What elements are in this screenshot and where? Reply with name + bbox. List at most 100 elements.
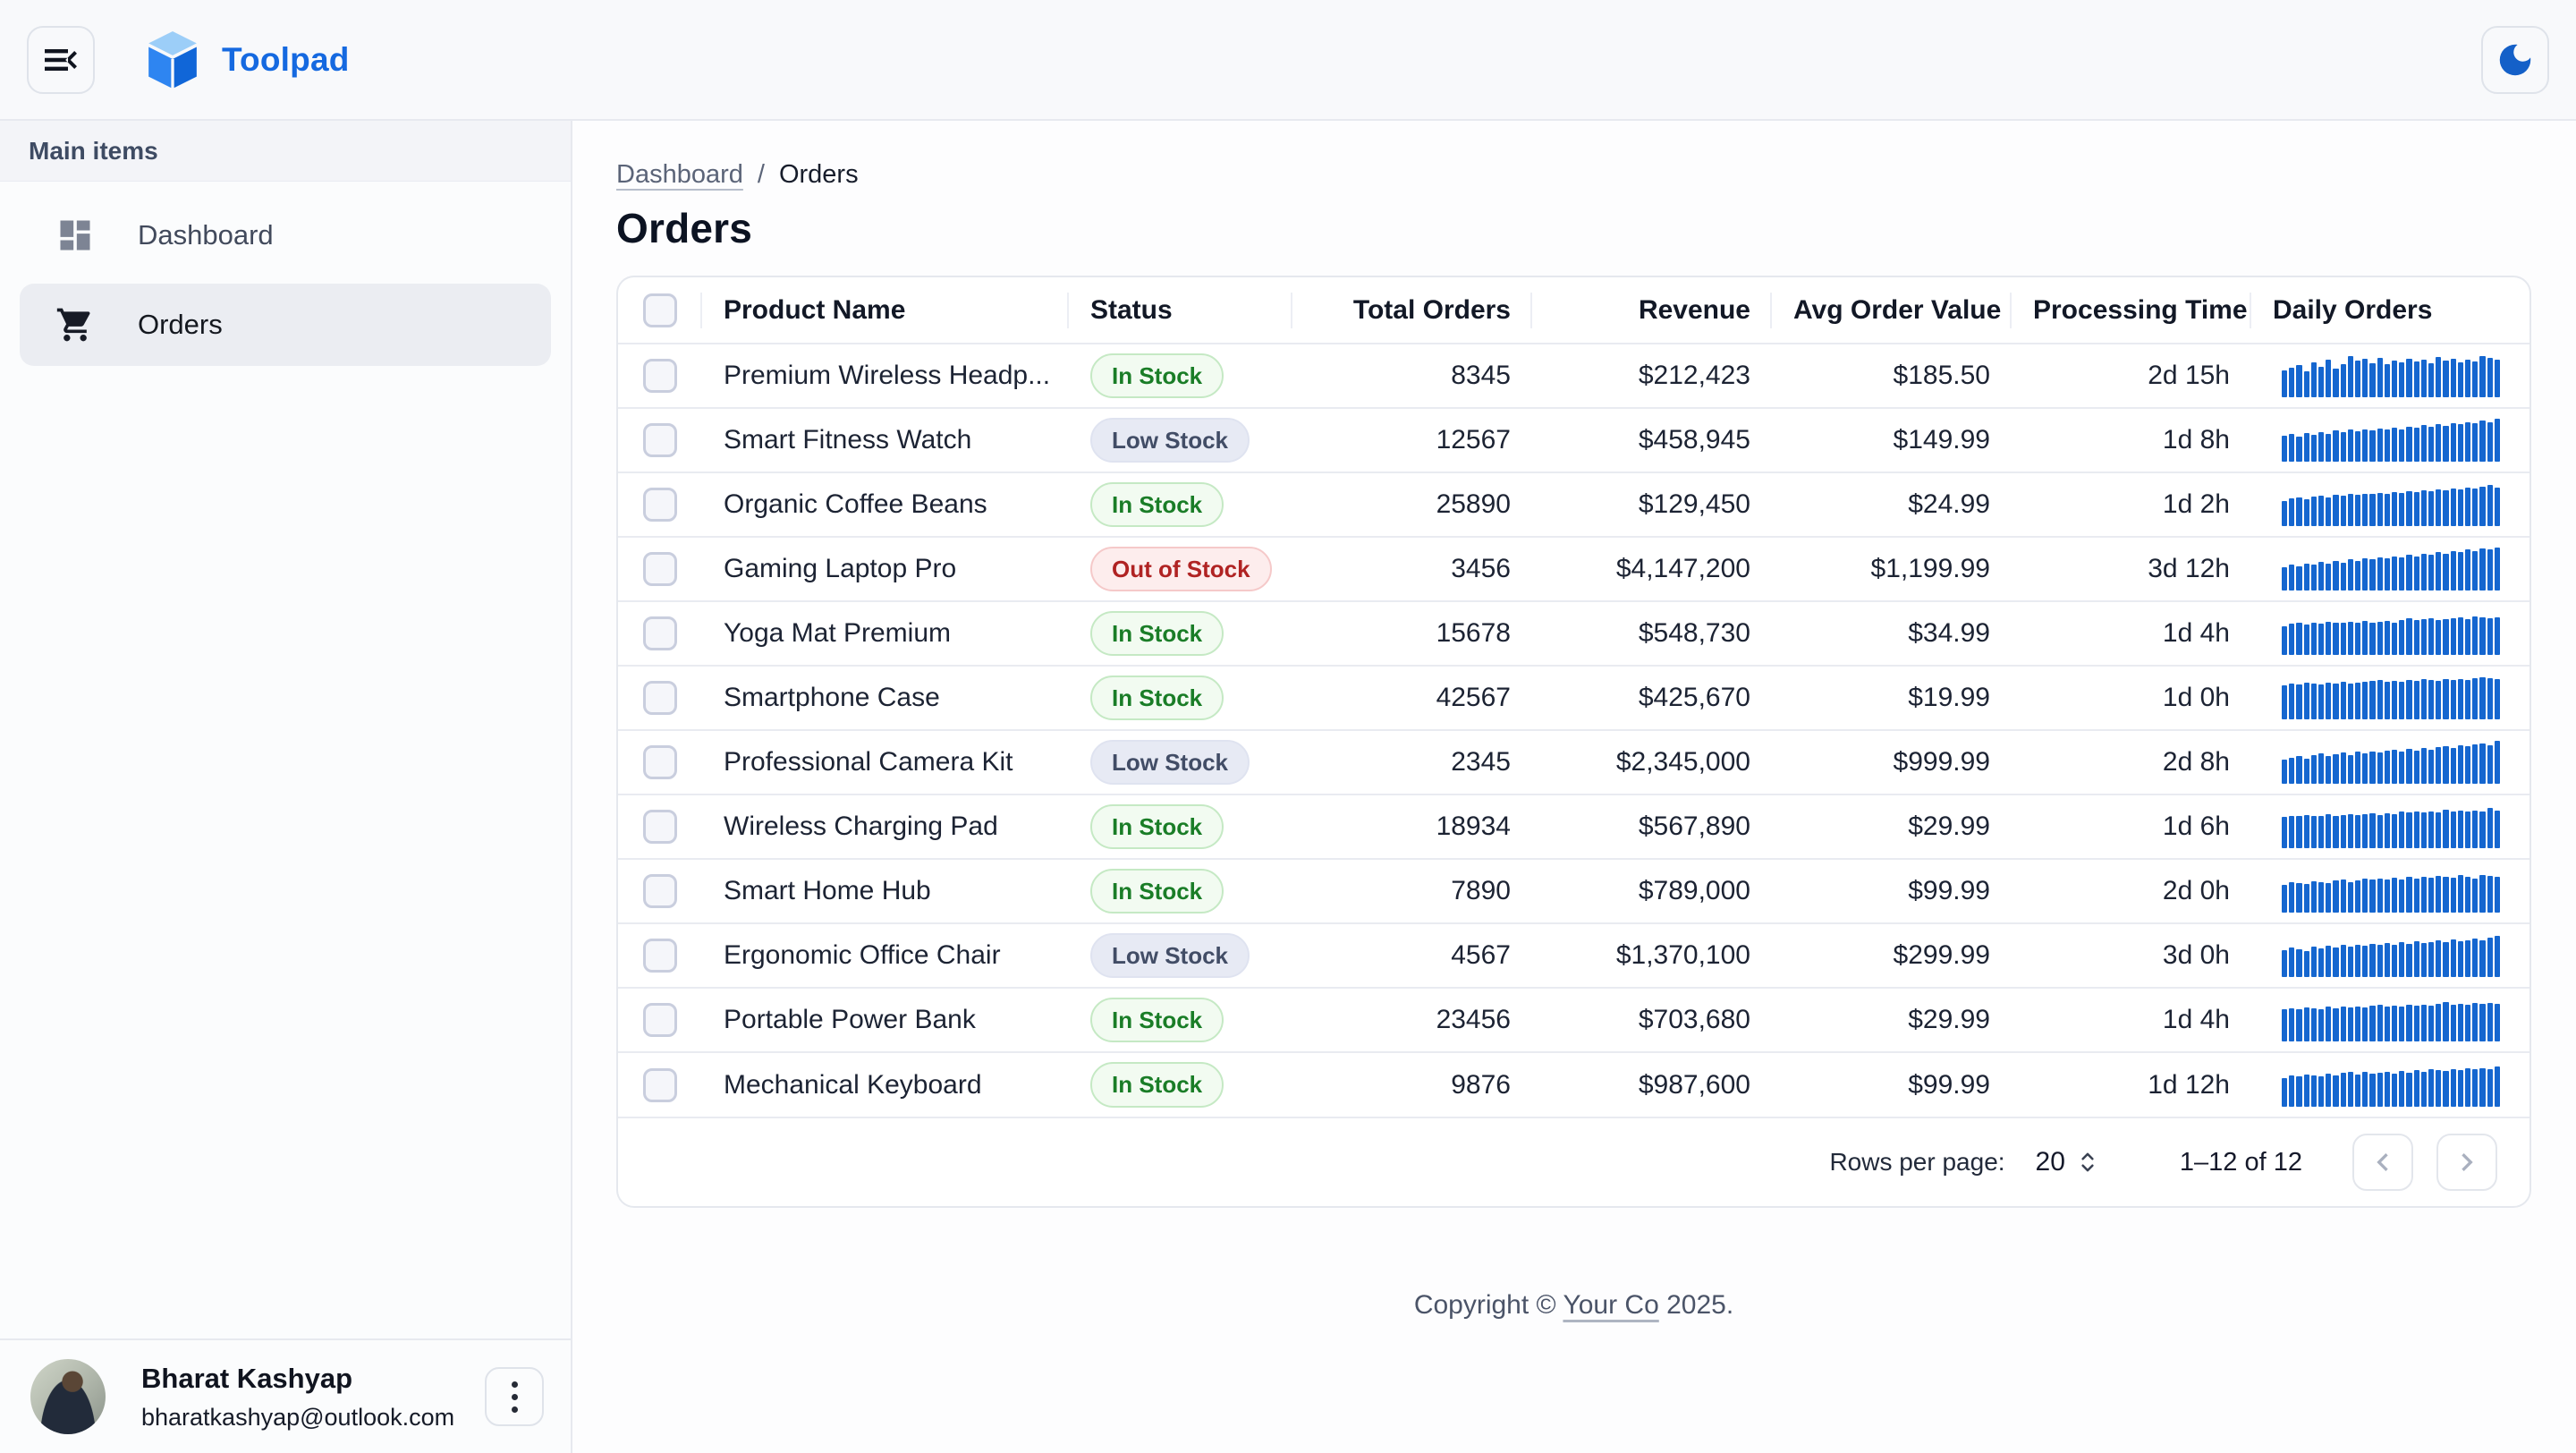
sidebar-item-orders[interactable]: Orders <box>20 284 551 366</box>
daily-orders-sparkline <box>2282 548 2500 591</box>
avg-order-value-cell: $99.99 <box>1772 859 2012 923</box>
total-orders-cell: 23456 <box>1292 988 1532 1052</box>
total-orders-cell: 25890 <box>1292 472 1532 537</box>
table-row: Smart Fitness Watch Low Stock 12567 $458… <box>618 408 2531 472</box>
product-name-cell: Yoga Mat Premium <box>702 601 1069 666</box>
total-orders-cell: 18934 <box>1292 794 1532 859</box>
daily-orders-cell <box>2251 344 2531 408</box>
row-checkbox[interactable] <box>643 810 677 844</box>
user-avatar <box>30 1359 106 1434</box>
kebab-dot <box>512 1394 518 1400</box>
sidebar-item-dashboard[interactable]: Dashboard <box>20 194 551 276</box>
row-checkbox[interactable] <box>643 423 677 457</box>
status-cell: In Stock <box>1069 344 1292 408</box>
product-name-cell: Smartphone Case <box>702 666 1069 730</box>
row-checkbox[interactable] <box>643 745 677 779</box>
revenue-cell: $212,423 <box>1532 344 1772 408</box>
page-title: Orders <box>616 204 2576 252</box>
row-checkbox[interactable] <box>643 681 677 715</box>
processing-time-cell: 2d 15h <box>2012 344 2251 408</box>
table-row: Smart Home Hub In Stock 7890 $789,000 $9… <box>618 859 2531 923</box>
previous-page-button[interactable] <box>2352 1134 2413 1191</box>
column-header-status[interactable]: Status <box>1069 277 1292 344</box>
breadcrumb-current: Orders <box>779 160 859 190</box>
rows-per-page-label: Rows per page: <box>1829 1148 2004 1177</box>
user-meta: Bharat Kashyap bharatkashyap@outlook.com <box>141 1363 485 1432</box>
product-name-cell: Premium Wireless Headp... <box>702 344 1069 408</box>
total-orders-cell: 3456 <box>1292 537 1532 601</box>
daily-orders-sparkline <box>2282 741 2500 784</box>
select-all-checkbox[interactable] <box>643 293 677 327</box>
column-header-total-orders[interactable]: Total Orders <box>1292 277 1532 344</box>
avg-order-value-cell: $185.50 <box>1772 344 2012 408</box>
revenue-cell: $789,000 <box>1532 859 1772 923</box>
status-badge: In Stock <box>1090 998 1224 1043</box>
row-checkbox[interactable] <box>643 1003 677 1037</box>
row-checkbox[interactable] <box>643 552 677 586</box>
orders-table-body: Premium Wireless Headp... In Stock 8345 … <box>618 344 2531 1117</box>
row-checkbox[interactable] <box>643 1068 677 1102</box>
revenue-cell: $4,147,200 <box>1532 537 1772 601</box>
footer-company-link[interactable]: Your Co <box>1563 1290 1658 1320</box>
daily-orders-sparkline <box>2282 676 2500 719</box>
status-cell: In Stock <box>1069 988 1292 1052</box>
daily-orders-sparkline <box>2282 1064 2500 1107</box>
row-checkbox-cell <box>618 537 702 601</box>
main-content: Dashboard / Orders Orders Product Name S… <box>572 121 2576 1453</box>
rows-per-page-select[interactable]: 20 <box>2036 1147 2099 1177</box>
table-row: Mechanical Keyboard In Stock 9876 $987,6… <box>618 1052 2531 1117</box>
breadcrumb-link-dashboard[interactable]: Dashboard <box>616 160 743 190</box>
column-header-daily-orders[interactable]: Daily Orders <box>2251 277 2531 344</box>
user-menu-button[interactable] <box>485 1367 544 1426</box>
user-name: Bharat Kashyap <box>141 1363 485 1395</box>
revenue-cell: $425,670 <box>1532 666 1772 730</box>
row-checkbox[interactable] <box>643 488 677 522</box>
processing-time-cell: 1d 6h <box>2012 794 2251 859</box>
total-orders-cell: 42567 <box>1292 666 1532 730</box>
daily-orders-cell <box>2251 408 2531 472</box>
daily-orders-cell <box>2251 988 2531 1052</box>
processing-time-cell: 2d 8h <box>2012 730 2251 794</box>
status-cell: In Stock <box>1069 1052 1292 1117</box>
status-cell: Low Stock <box>1069 408 1292 472</box>
brand[interactable]: Toolpad <box>147 31 350 89</box>
theme-toggle-button[interactable] <box>2481 26 2549 94</box>
chevron-left-icon <box>2365 1144 2401 1180</box>
row-checkbox[interactable] <box>643 359 677 393</box>
processing-time-cell: 1d 2h <box>2012 472 2251 537</box>
column-header-product-name[interactable]: Product Name <box>702 277 1069 344</box>
total-orders-cell: 7890 <box>1292 859 1532 923</box>
status-cell: In Stock <box>1069 666 1292 730</box>
orders-table-card: Product Name Status Total Orders Revenue… <box>616 276 2531 1208</box>
row-checkbox[interactable] <box>643 939 677 973</box>
processing-time-cell: 1d 8h <box>2012 408 2251 472</box>
row-checkbox[interactable] <box>643 616 677 650</box>
next-page-button[interactable] <box>2436 1134 2497 1191</box>
menu-open-icon <box>39 38 82 81</box>
table-row: Smartphone Case In Stock 42567 $425,670 … <box>618 666 2531 730</box>
avg-order-value-cell: $1,199.99 <box>1772 537 2012 601</box>
rows-per-page-value: 20 <box>2036 1147 2065 1177</box>
orders-table: Product Name Status Total Orders Revenue… <box>618 277 2531 1117</box>
revenue-cell: $548,730 <box>1532 601 1772 666</box>
table-row: Ergonomic Office Chair Low Stock 4567 $1… <box>618 923 2531 988</box>
avg-order-value-cell: $24.99 <box>1772 472 2012 537</box>
row-checkbox[interactable] <box>643 874 677 908</box>
table-row: Professional Camera Kit Low Stock 2345 $… <box>618 730 2531 794</box>
processing-time-cell: 1d 0h <box>2012 666 2251 730</box>
row-checkbox-cell <box>618 601 702 666</box>
product-name-cell: Portable Power Bank <box>702 988 1069 1052</box>
product-name-cell: Smart Home Hub <box>702 859 1069 923</box>
breadcrumb-separator: / <box>758 160 765 190</box>
column-header-avg-order-value[interactable]: Avg Order Value <box>1772 277 2012 344</box>
status-cell: Out of Stock <box>1069 537 1292 601</box>
toolpad-logo-icon <box>147 31 199 89</box>
avg-order-value-cell: $149.99 <box>1772 408 2012 472</box>
column-header-revenue[interactable]: Revenue <box>1532 277 1772 344</box>
daily-orders-sparkline <box>2282 934 2500 977</box>
footer-copyright-suffix: 2025. <box>1659 1290 1733 1320</box>
table-header-row: Product Name Status Total Orders Revenue… <box>618 277 2531 344</box>
column-header-processing-time[interactable]: Processing Time <box>2012 277 2251 344</box>
collapse-menu-button[interactable] <box>27 26 95 94</box>
daily-orders-cell <box>2251 923 2531 988</box>
